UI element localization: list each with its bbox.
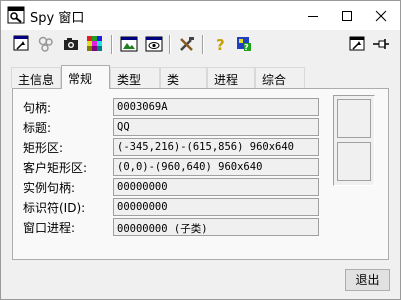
id-field[interactable]: 00000000 bbox=[113, 198, 319, 216]
window-image-icon[interactable] bbox=[119, 34, 139, 54]
toolbar-separator bbox=[202, 35, 204, 54]
window-proc-label: 窗口进程: bbox=[23, 221, 76, 235]
tab-label: 类 bbox=[167, 73, 180, 87]
about-icon[interactable]: ? bbox=[234, 34, 254, 54]
pick-window-icon[interactable] bbox=[347, 34, 367, 54]
tab-process[interactable]: 进程 bbox=[207, 67, 255, 88]
tab-label: 进程 bbox=[214, 73, 239, 87]
help-icon[interactable]: ? bbox=[210, 34, 230, 54]
exit-button[interactable]: 退出 bbox=[345, 269, 390, 291]
window-preview bbox=[333, 95, 375, 186]
tools-icon[interactable] bbox=[177, 34, 197, 54]
camera-icon[interactable] bbox=[61, 34, 81, 54]
handle-label: 句柄: bbox=[23, 101, 52, 115]
maximize-button[interactable] bbox=[330, 1, 364, 30]
tab-general[interactable]: 常规 bbox=[61, 65, 110, 89]
tab-main-info[interactable]: 主信息 bbox=[11, 67, 61, 88]
tab-label: 类型 bbox=[117, 73, 142, 87]
toolbar-separator bbox=[169, 35, 171, 54]
tab-strip: 主信息 常规 类型 类 进程 综合 bbox=[11, 65, 391, 89]
tab-label: 常规 bbox=[68, 72, 93, 86]
toolbar: ? ? bbox=[1, 31, 400, 58]
svg-text:?: ? bbox=[244, 43, 249, 52]
instance-handle-label: 实例句柄: bbox=[23, 181, 76, 195]
tab-class[interactable]: 类 bbox=[160, 67, 207, 88]
title-bar[interactable]: Spy 窗口 bbox=[1, 1, 400, 30]
toolbar-separator bbox=[111, 35, 113, 54]
window-eye-icon[interactable] bbox=[144, 34, 164, 54]
window-title: Spy 窗口 bbox=[30, 11, 85, 26]
preview-cell bbox=[337, 99, 371, 138]
window-finder-icon[interactable] bbox=[12, 34, 32, 54]
minimize-button[interactable] bbox=[296, 1, 330, 30]
tab-summary[interactable]: 综合 bbox=[255, 67, 305, 88]
spy-window: Spy 窗口 ? ? 主信息 常规 类型 类 进程 综合 句柄: 0003069… bbox=[0, 0, 401, 300]
rect-label: 矩形区: bbox=[23, 141, 64, 155]
close-button[interactable] bbox=[364, 1, 398, 30]
tab-label: 综合 bbox=[262, 73, 287, 87]
title-label: 标题: bbox=[23, 121, 52, 135]
preview-cell bbox=[337, 142, 371, 181]
minimize-icon bbox=[308, 15, 318, 17]
color-palette-icon[interactable] bbox=[85, 34, 105, 54]
pin-icon[interactable] bbox=[371, 34, 391, 54]
gear-cluster-icon[interactable] bbox=[36, 34, 56, 54]
id-label: 标识符(ID): bbox=[23, 201, 86, 215]
tab-label: 主信息 bbox=[18, 73, 55, 87]
rect-field[interactable]: (-345,216)-(615,856) 960x640 bbox=[113, 138, 319, 156]
maximize-icon bbox=[342, 10, 352, 21]
handle-field[interactable]: 0003069A bbox=[113, 98, 319, 116]
client-rect-label: 客户矩形区: bbox=[23, 161, 88, 175]
title-field[interactable]: QQ bbox=[113, 118, 319, 136]
spy-app-icon bbox=[7, 6, 25, 24]
client-rect-field[interactable]: (0,0)-(960,640) 960x640 bbox=[113, 158, 319, 176]
general-tab-page: 句柄: 0003069A 标题: QQ 矩形区: (-345,216)-(615… bbox=[12, 88, 389, 260]
window-proc-field[interactable]: 00000000 (子类) bbox=[113, 218, 319, 236]
tab-type[interactable]: 类型 bbox=[110, 67, 160, 88]
close-icon bbox=[375, 10, 387, 21]
instance-handle-field[interactable]: 00000000 bbox=[113, 178, 319, 196]
svg-text:?: ? bbox=[216, 36, 225, 53]
